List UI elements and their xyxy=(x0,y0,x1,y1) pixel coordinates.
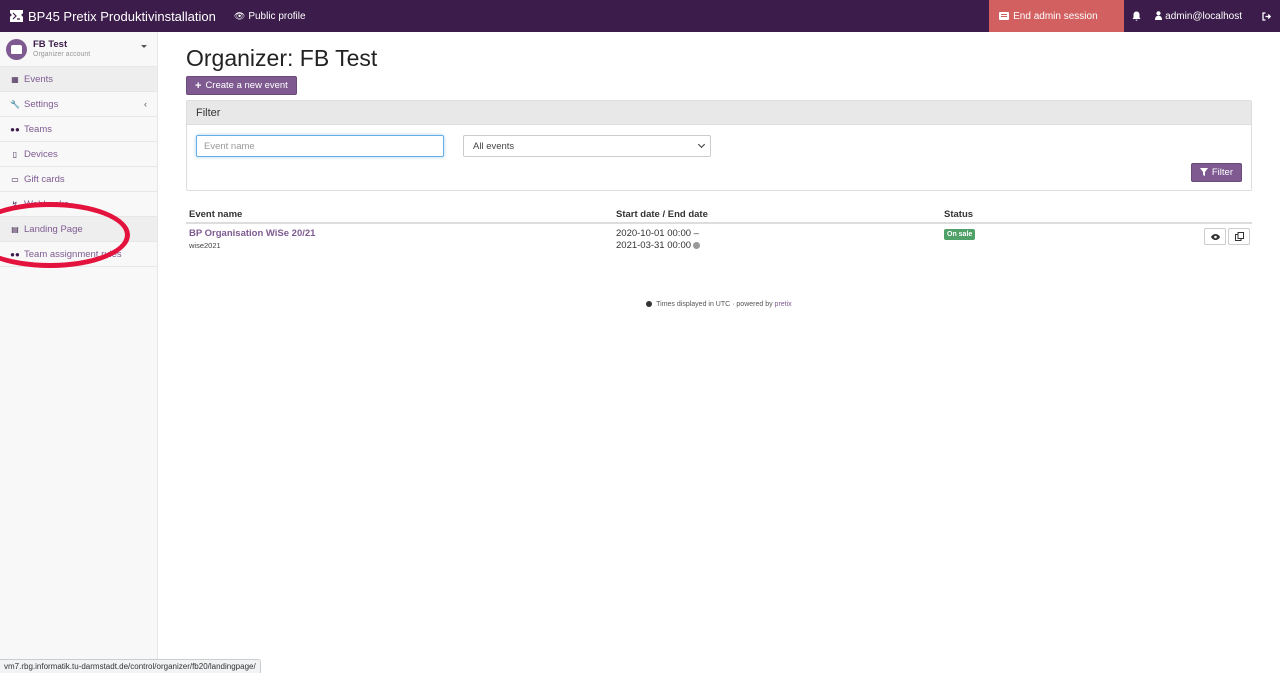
sign-out-icon xyxy=(1261,11,1271,21)
main-content: Organizer: FB Test + Create a new event … xyxy=(186,32,1252,308)
pretix-link[interactable]: pretix xyxy=(775,301,792,308)
group-icon: ●● xyxy=(10,249,20,259)
credit-card-icon: ▭ xyxy=(11,174,19,184)
id-card-icon xyxy=(999,12,1010,20)
table-header-row: Event name Start date / End date Status xyxy=(186,206,1252,224)
end-admin-session-button[interactable]: End admin session xyxy=(989,0,1125,32)
table-row: BP Organisation WiSe 20/21 wise2021 2020… xyxy=(186,223,1252,256)
copy-icon xyxy=(1234,232,1244,241)
file-icon: ▤ xyxy=(11,224,19,234)
notifications-button[interactable] xyxy=(1124,0,1149,32)
pretix-logo-icon xyxy=(10,10,23,22)
user-icon xyxy=(1155,10,1163,22)
filter-button-label: Filter xyxy=(1211,167,1233,178)
event-status-select-value: All events xyxy=(473,140,515,152)
page-title: Organizer: FB Test xyxy=(186,45,378,71)
sidebar-item-label: Gift cards xyxy=(24,173,65,185)
sidebar-item-landing-page[interactable]: ▤ Landing Page xyxy=(0,217,157,242)
create-event-button[interactable]: + Create a new event xyxy=(186,76,297,95)
event-name-link[interactable]: BP Organisation WiSe 20/21 xyxy=(189,228,610,239)
event-end-date: 2021-03-31 00:00 xyxy=(616,240,692,251)
sidebar-item-label: Webhooks xyxy=(24,198,69,210)
sidebar-item-team-assignment-rules[interactable]: ●● Team assignment rules xyxy=(0,242,157,267)
event-start-date: 2020-10-01 00:00 – xyxy=(616,228,699,239)
footer-text: Times displayed in UTC · powered by xyxy=(656,301,773,308)
brand-link[interactable]: BP45 Pretix Produktivinstallation xyxy=(0,0,216,32)
organizer-name: FB Test xyxy=(33,39,68,51)
column-header-dates[interactable]: Start date / End date xyxy=(613,206,941,224)
footer-note: Times displayed in UTC · powered by pret… xyxy=(186,301,1252,308)
caret-down-icon xyxy=(141,45,147,48)
user-menu[interactable]: admin@localhost xyxy=(1149,0,1252,32)
logout-button[interactable] xyxy=(1252,0,1280,32)
sidebar-item-devices[interactable]: ▯ Devices xyxy=(0,142,157,167)
sidebar-item-label: Teams xyxy=(24,123,52,135)
public-profile-label: Public profile xyxy=(248,10,306,22)
create-event-label: Create a new event xyxy=(205,80,288,91)
top-navbar: BP45 Pretix Produktivinstallation 👁 Publ… xyxy=(0,0,1280,32)
organizer-avatar xyxy=(6,38,27,60)
chevron-down-icon xyxy=(697,140,706,149)
end-admin-session-label: End admin session xyxy=(1013,10,1098,22)
column-header-actions xyxy=(1196,206,1252,224)
view-event-button[interactable] xyxy=(1204,228,1226,245)
sidebar-item-label: Devices xyxy=(24,148,58,160)
public-profile-link[interactable]: 👁 Public profile xyxy=(234,0,306,32)
sidebar-item-events[interactable]: ▦ Events xyxy=(0,67,157,92)
event-status-select[interactable]: All events xyxy=(463,135,711,157)
calendar-icon: ▦ xyxy=(11,74,19,84)
sidebar-item-label: Landing Page xyxy=(24,223,83,235)
eye-icon: 👁 xyxy=(233,10,246,21)
organizer-subtitle: Organizer account xyxy=(33,50,91,58)
wrench-icon: 🔧 xyxy=(10,99,20,109)
event-slug: wise2021 xyxy=(189,241,221,250)
browser-status-url: vm7.rbg.informatik.tu-darmstadt.de/contr… xyxy=(0,659,261,673)
sidebar-item-webhooks[interactable]: ↯ Webhooks xyxy=(0,192,157,217)
clone-event-button[interactable] xyxy=(1228,228,1250,245)
sidebar-item-label: Team assignment rules xyxy=(24,248,122,260)
column-header-status: Status xyxy=(941,206,1196,224)
brand-title: BP45 Pretix Produktivinstallation xyxy=(28,8,216,24)
filter-heading: Filter xyxy=(187,101,1251,125)
funnel-icon xyxy=(1199,167,1208,178)
filter-panel: Filter All events Filter xyxy=(186,100,1252,191)
sidebar-item-settings[interactable]: 🔧 Settings ‹ xyxy=(0,92,157,117)
sidebar-item-label: Settings xyxy=(24,98,59,110)
group-icon: ●● xyxy=(10,124,20,134)
organizer-switcher[interactable]: FB Test Organizer account xyxy=(0,32,157,67)
filter-submit-button[interactable]: Filter xyxy=(1190,163,1242,182)
column-header-event-name[interactable]: Event name xyxy=(186,206,613,224)
status-badge: On sale xyxy=(944,229,976,240)
sidebar-item-gift-cards[interactable]: ▭ Gift cards xyxy=(0,167,157,192)
eye-icon xyxy=(1210,233,1220,240)
bell-icon xyxy=(1132,11,1141,21)
globe-icon xyxy=(693,241,701,249)
globe-icon xyxy=(646,301,653,308)
sidebar-item-label: Events xyxy=(24,73,54,85)
tablet-icon: ▯ xyxy=(12,149,18,159)
chevron-left-icon: ‹ xyxy=(144,99,147,109)
plus-icon: + xyxy=(195,79,202,92)
events-table: Event name Start date / End date Status … xyxy=(186,206,1252,256)
sidebar-item-teams[interactable]: ●● Teams xyxy=(0,117,157,142)
webhook-icon: ↯ xyxy=(11,199,19,209)
sidebar: FB Test Organizer account ▦ Events 🔧 Set… xyxy=(0,32,158,673)
user-label: admin@localhost xyxy=(1165,10,1242,22)
event-name-input[interactable] xyxy=(196,135,444,157)
